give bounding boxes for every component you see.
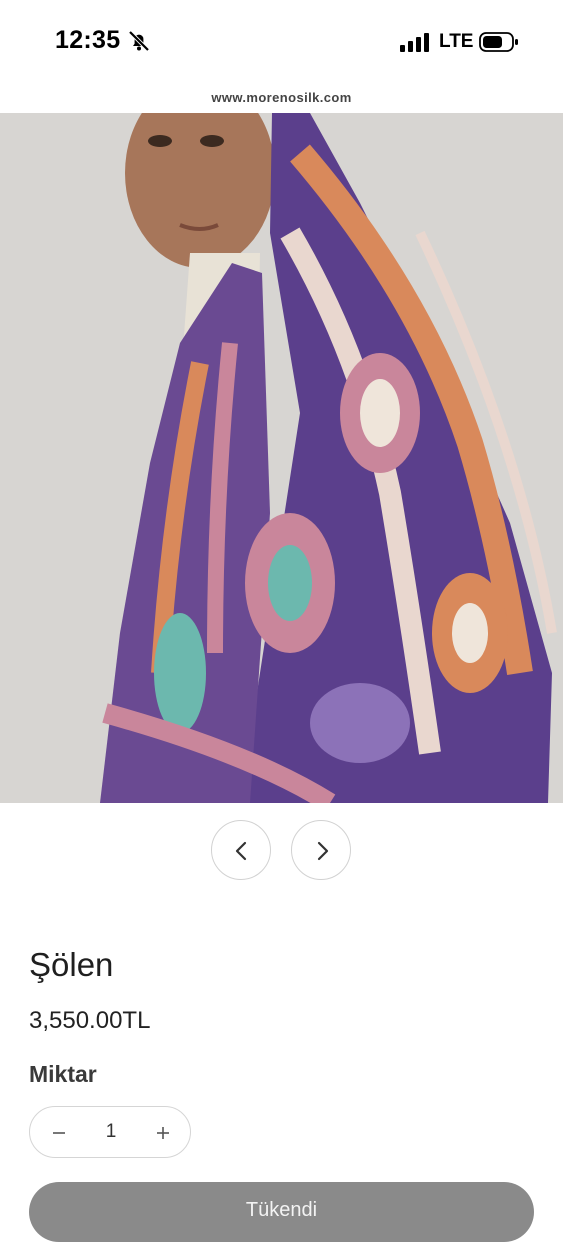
- quantity-label: Miktar: [29, 1061, 97, 1087]
- quantity-stepper: 1: [29, 1106, 191, 1158]
- sold-out-button[interactable]: Tükendi: [29, 1182, 534, 1242]
- carousel-next-button[interactable]: [291, 820, 351, 880]
- battery-icon: [479, 32, 518, 52]
- status-time: 12:35: [55, 26, 121, 54]
- bell-slash-icon: [128, 30, 150, 52]
- status-bar: 12:35 LTE: [0, 0, 563, 84]
- url-bar[interactable]: www.morenosilk.com: [0, 90, 563, 105]
- network-type: LTE: [439, 31, 474, 52]
- product-price: 3,550.00TL: [29, 1007, 151, 1034]
- product-image[interactable]: [0, 113, 563, 803]
- product-title: Şölen: [29, 946, 114, 983]
- carousel-prev-button[interactable]: [211, 820, 271, 880]
- chevron-left-icon: [235, 841, 247, 861]
- chevron-right-icon: [317, 841, 329, 861]
- plus-icon[interactable]: [150, 1120, 176, 1146]
- quantity-value[interactable]: 1: [90, 1121, 132, 1143]
- signal-icon: [400, 33, 429, 52]
- minus-icon[interactable]: [46, 1120, 72, 1146]
- scarf-illustration: [0, 113, 563, 803]
